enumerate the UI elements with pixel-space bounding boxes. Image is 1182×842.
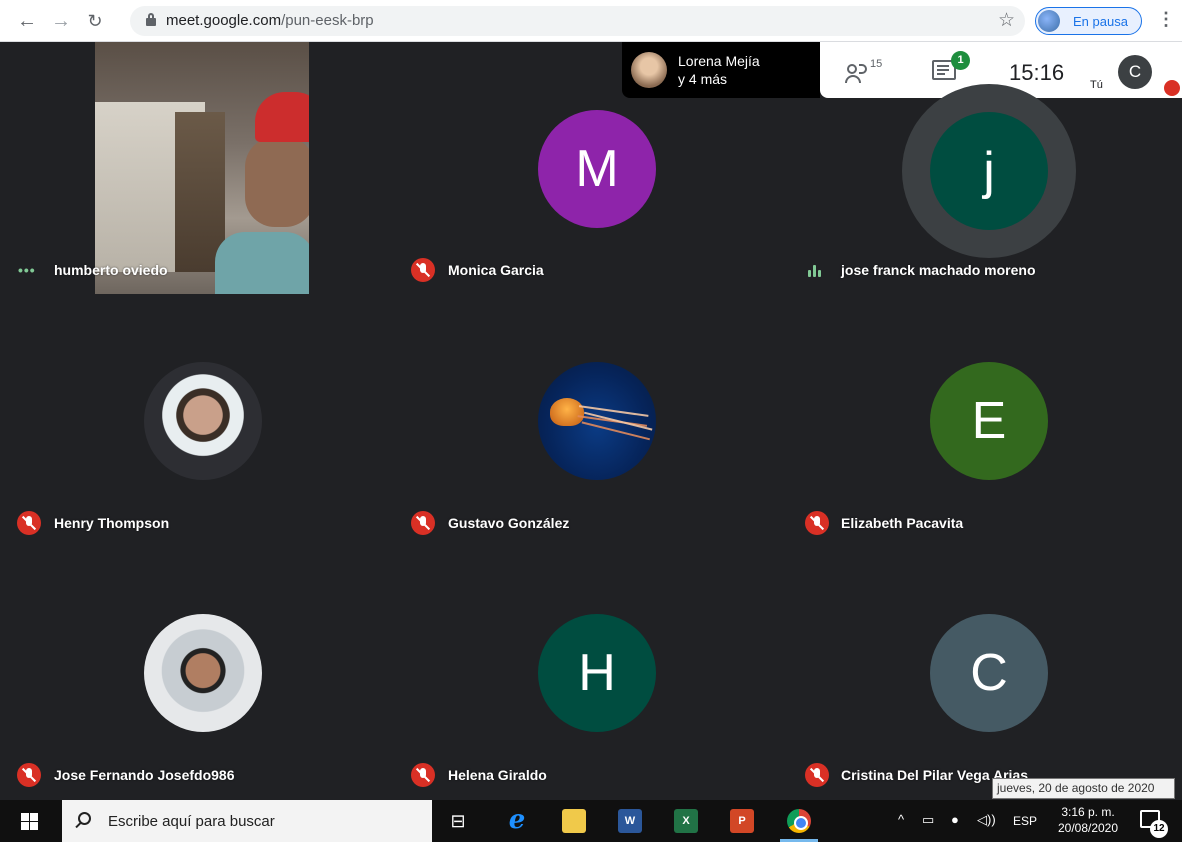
speaking-dots-icon: ••• xyxy=(18,262,36,278)
mic-muted-icon xyxy=(411,258,435,282)
profile-avatar xyxy=(1038,10,1060,32)
participant-avatar: H xyxy=(538,614,656,732)
profile-sync-button[interactable]: En pausa xyxy=(1035,7,1142,35)
powerpoint-icon[interactable]: P xyxy=(730,809,754,833)
clock-time: 3:16 p. m. xyxy=(1061,805,1115,819)
presenter-pill[interactable]: Lorena Mejía y 4 más xyxy=(622,42,820,98)
notification-count: 12 xyxy=(1150,820,1168,838)
presenter-more: y 4 más xyxy=(678,71,728,87)
date-tooltip: jueves, 20 de agosto de 2020 xyxy=(992,778,1175,799)
mic-muted-icon xyxy=(411,763,435,787)
system-clock[interactable]: 3:16 p. m. 20/08/2020 xyxy=(1045,804,1131,836)
forward-arrow-icon[interactable]: → xyxy=(48,8,74,34)
participant-avatar: M xyxy=(538,110,656,228)
meeting-time: 15:16 xyxy=(1009,60,1065,85)
internet-explorer-icon[interactable]: e xyxy=(505,807,529,833)
presenter-label: Lorena Mejía y 4 más xyxy=(678,52,760,88)
network-icon[interactable]: ▭ xyxy=(922,812,934,828)
self-label: Tú xyxy=(1090,79,1103,91)
volume-icon[interactable]: ◁)) xyxy=(977,812,996,828)
chat-badge: 1 xyxy=(951,51,970,70)
participant-avatar: C xyxy=(930,614,1048,732)
reload-icon[interactable]: ↻ xyxy=(82,8,108,34)
participant-name: Henry Thompson xyxy=(54,515,170,531)
participant-photo xyxy=(144,362,262,480)
people-button[interactable]: 15 xyxy=(845,58,885,86)
participant-avatar: j xyxy=(930,112,1048,230)
participant-count: 15 xyxy=(870,58,883,70)
participant-photo xyxy=(144,614,262,732)
search-placeholder: Escribe aquí para buscar xyxy=(108,813,275,830)
lock-icon[interactable] xyxy=(146,13,156,26)
battery-icon[interactable]: ● xyxy=(951,812,959,827)
participant-name: Monica Garcia xyxy=(448,262,544,278)
presenter-avatar xyxy=(631,52,667,88)
browser-menu-icon[interactable]: ⋮ xyxy=(1157,9,1175,30)
self-avatar[interactable]: C xyxy=(1118,55,1152,89)
app-window: ← → ↻ meet.google.com/pun-eesk-brp ☆ En … xyxy=(0,0,1182,842)
taskbar-search-input[interactable]: Escribe aquí para buscar xyxy=(62,800,432,842)
chrome-icon[interactable] xyxy=(787,809,811,833)
bookmark-star-icon[interactable]: ☆ xyxy=(998,9,1015,32)
participant-avatar: E xyxy=(930,362,1048,480)
speaking-bars-icon xyxy=(808,265,822,277)
mic-muted-icon xyxy=(17,511,41,535)
people-icon xyxy=(847,64,857,74)
url-path: /pun-eesk-brp xyxy=(281,12,374,29)
participant-name: Helena Giraldo xyxy=(448,767,547,783)
tray-chevron-icon[interactable]: ^ xyxy=(898,812,904,827)
back-arrow-icon[interactable]: ← xyxy=(14,8,40,34)
file-explorer-icon[interactable] xyxy=(562,809,586,833)
participant-video[interactable] xyxy=(95,42,309,294)
participant-name: jose franck machado moreno xyxy=(841,262,1036,278)
taskbar: Escribe aquí para buscar ⊟ e W X P xyxy=(0,800,1182,842)
self-mic-muted-icon xyxy=(1164,80,1180,96)
participant-photo xyxy=(538,362,656,480)
clock-date: 20/08/2020 xyxy=(1057,821,1119,835)
url-text[interactable]: meet.google.com/pun-eesk-brp xyxy=(166,12,374,29)
presenter-name: Lorena Mejía xyxy=(678,53,760,69)
mic-muted-icon xyxy=(805,763,829,787)
profile-status-label: En pausa xyxy=(1073,14,1128,29)
participant-name: Gustavo González xyxy=(448,515,570,531)
mic-muted-icon xyxy=(805,511,829,535)
task-view-icon[interactable]: ⊟ xyxy=(446,809,470,833)
windows-start-icon[interactable] xyxy=(21,813,38,830)
excel-icon[interactable]: X xyxy=(674,809,698,833)
word-icon[interactable]: W xyxy=(618,809,642,833)
browser-toolbar: ← → ↻ meet.google.com/pun-eesk-brp ☆ En … xyxy=(0,0,1182,42)
participant-name: Elizabeth Pacavita xyxy=(841,515,964,531)
mic-muted-icon xyxy=(17,763,41,787)
participant-name: Jose Fernando Josefdo986 xyxy=(54,767,235,783)
participant-name: humberto oviedo xyxy=(54,262,168,278)
url-host: meet.google.com xyxy=(166,12,282,29)
input-language[interactable]: ESP xyxy=(1013,814,1037,828)
mic-muted-icon xyxy=(411,511,435,535)
search-icon xyxy=(78,812,91,825)
